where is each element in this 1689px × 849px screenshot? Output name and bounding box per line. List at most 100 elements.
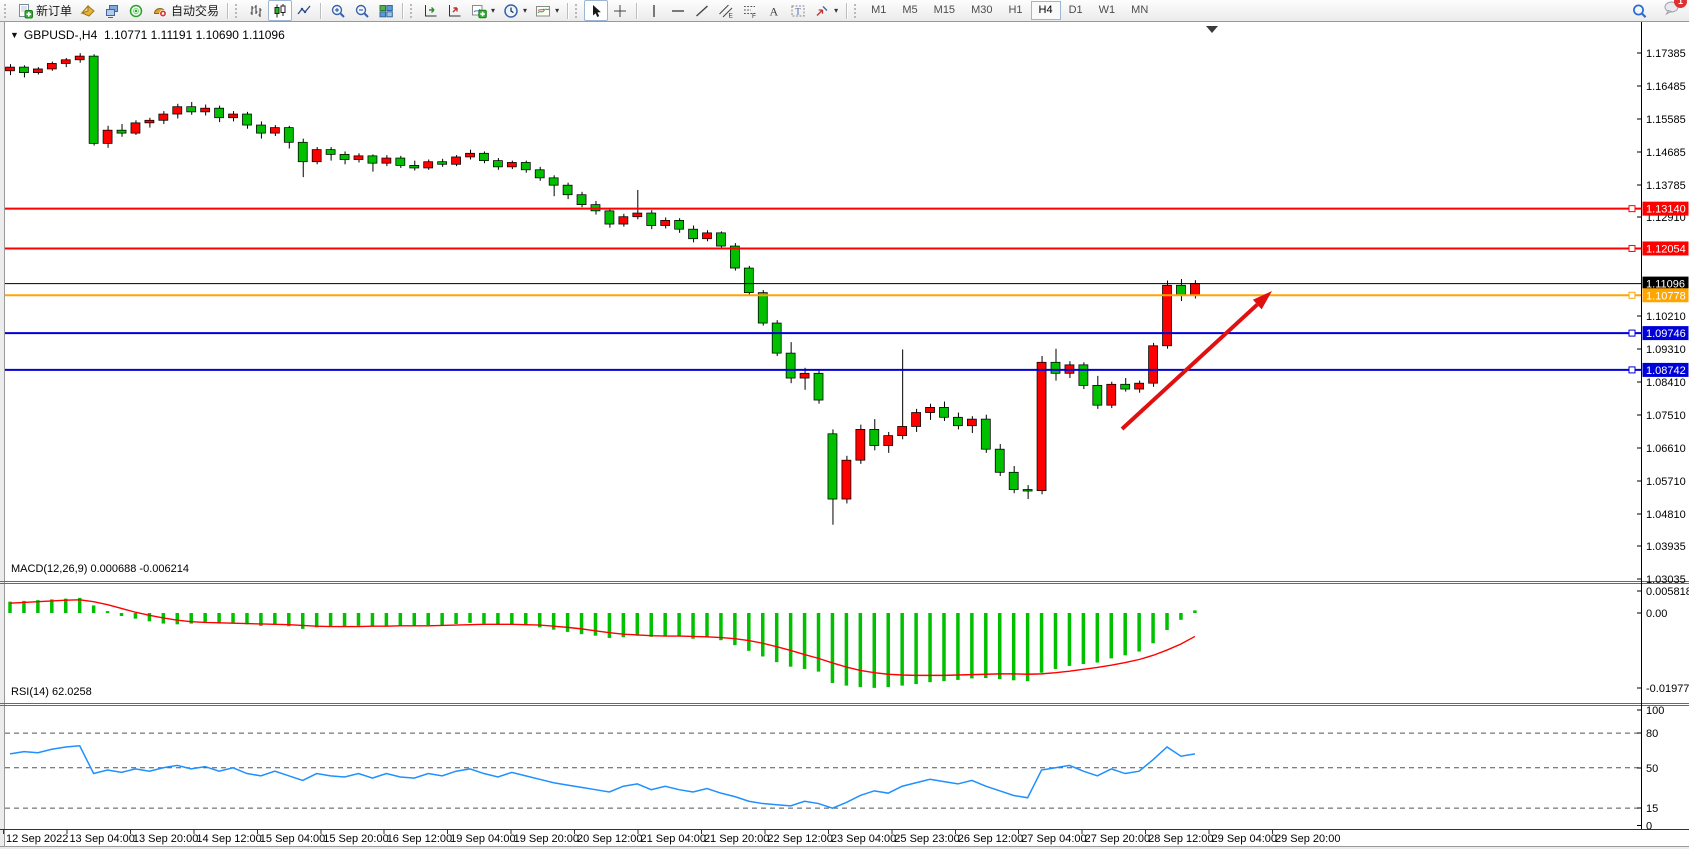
trendline-button[interactable]: [690, 0, 714, 21]
notifications-button[interactable]: 1: [1663, 0, 1679, 21]
time-tick-label: 16 Sep 12:00: [387, 833, 452, 845]
macd-histogram-bar: [552, 613, 556, 630]
macd-histogram-bar: [1165, 613, 1169, 630]
crosshair-button[interactable]: [608, 0, 632, 21]
candle-bullish: [382, 158, 391, 163]
line-endpoint-marker[interactable]: [1629, 330, 1635, 336]
trend-arrow[interactable]: [1122, 305, 1257, 429]
macd-histogram-bar: [1193, 610, 1197, 613]
market-watch-button[interactable]: [76, 0, 100, 21]
macd-histogram-bar: [608, 613, 612, 638]
bar-chart-button[interactable]: [244, 0, 268, 21]
equidistant-channel-button[interactable]: E: [714, 0, 738, 21]
arrows-icon: [814, 3, 830, 19]
text-icon: A: [766, 3, 782, 19]
vertical-line-button[interactable]: [642, 0, 666, 21]
macd-histogram-bar: [970, 613, 974, 678]
timeframe-button-H4[interactable]: H4: [1031, 1, 1061, 20]
candle-bullish: [633, 213, 642, 217]
timeframe-button-D1[interactable]: D1: [1061, 1, 1091, 20]
zoom-in-button[interactable]: [326, 0, 350, 21]
mt4-window: 新订单 自动交易: [0, 0, 1689, 849]
autotrading-button[interactable]: 自动交易: [148, 0, 223, 21]
macd-histogram-bar: [357, 613, 361, 626]
candle-bullish: [145, 120, 154, 123]
macd-histogram-bar: [761, 613, 765, 656]
arrows-button[interactable]: ▾: [810, 0, 842, 21]
timeframe-button-M1[interactable]: M1: [863, 1, 894, 20]
candle-bullish: [270, 128, 279, 134]
cursor-button[interactable]: [584, 0, 608, 21]
macd-histogram-bar: [775, 613, 779, 662]
candle-bullish: [1149, 346, 1158, 383]
timeframe-button-MN[interactable]: MN: [1123, 1, 1156, 20]
new-order-button[interactable]: 新订单: [13, 0, 76, 21]
chart-canvas[interactable]: 1.173851.164851.155851.146851.137851.129…: [0, 22, 1689, 846]
candle-bearish: [187, 107, 196, 112]
svg-text:T: T: [795, 6, 801, 16]
line-endpoint-marker[interactable]: [1629, 206, 1635, 212]
templates-button[interactable]: ▾: [531, 0, 563, 21]
fibonacci-button[interactable]: F: [738, 0, 762, 21]
candle-bearish: [368, 156, 377, 163]
horizontal-line-icon: [670, 3, 686, 19]
data-window-button[interactable]: [100, 0, 124, 21]
toolbar-grip[interactable]: [410, 4, 415, 18]
timeframe-button-M5[interactable]: M5: [894, 1, 925, 20]
line-endpoint-marker[interactable]: [1629, 245, 1635, 251]
svg-text:A: A: [770, 4, 779, 18]
chart-shift-marker[interactable]: [1206, 26, 1218, 33]
candle-bearish: [1176, 285, 1185, 295]
candle-bullish: [912, 413, 921, 427]
chevron-down-icon: ▾: [491, 6, 495, 15]
macd-histogram-bar: [203, 613, 207, 623]
auto-scroll-button[interactable]: [419, 0, 443, 21]
horizontal-line-button[interactable]: [666, 0, 690, 21]
candle-bullish: [159, 114, 168, 120]
time-tick-label: 21 Sep 20:00: [704, 833, 769, 845]
zoom-out-button[interactable]: [350, 0, 374, 21]
periods-button[interactable]: ▾: [499, 0, 531, 21]
candle-bullish: [103, 130, 112, 143]
autotrading-label: 自动交易: [171, 2, 219, 19]
line-endpoint-marker[interactable]: [1629, 292, 1635, 298]
candle-bearish: [981, 419, 990, 449]
candle-bearish: [1121, 384, 1130, 389]
timeframe-button-H1[interactable]: H1: [1000, 1, 1030, 20]
macd-histogram-bar: [92, 605, 96, 613]
chevron-down-icon: ▾: [834, 6, 838, 15]
candle-bearish: [19, 67, 28, 73]
line-endpoint-marker[interactable]: [1629, 367, 1635, 373]
timeframe-button-M15[interactable]: M15: [926, 1, 963, 20]
macd-histogram-bar: [343, 613, 347, 627]
toolbar-grip[interactable]: [854, 4, 859, 18]
toolbar-grip[interactable]: [4, 4, 9, 18]
candle-bearish: [689, 229, 698, 239]
line-chart-button[interactable]: [292, 0, 316, 21]
chart-shift-icon: [447, 3, 463, 19]
macd-histogram-bar: [106, 611, 110, 613]
candle-bullish: [452, 157, 461, 164]
toolbar-grip[interactable]: [575, 4, 580, 18]
rsi-line: [10, 746, 1195, 808]
macd-histogram-bar: [301, 613, 305, 629]
chart-shift-button[interactable]: [443, 0, 467, 21]
candle-bearish: [521, 162, 530, 169]
tile-windows-button[interactable]: [374, 0, 398, 21]
timeframe-button-W1[interactable]: W1: [1091, 1, 1124, 20]
timeframe-button-M30[interactable]: M30: [963, 1, 1000, 20]
trendline-icon: [694, 3, 710, 19]
chart-window[interactable]: ▼ GBPUSD-,H4 1.10771 1.11191 1.10690 1.1…: [0, 22, 1689, 846]
text-button[interactable]: A: [762, 0, 786, 21]
search-icon[interactable]: [1631, 3, 1647, 19]
indicators-button[interactable]: ▾: [467, 0, 499, 21]
candlestick-chart-button[interactable]: [268, 0, 292, 21]
navigator-button[interactable]: [124, 0, 148, 21]
chart-menu-icon[interactable]: ▼: [10, 30, 19, 40]
candle-bullish: [661, 220, 670, 225]
price-axis-box-label: 1.12054: [1646, 243, 1686, 255]
candle-bullish: [61, 60, 70, 64]
toolbar-grip[interactable]: [235, 4, 240, 18]
text-label-button[interactable]: T: [786, 0, 810, 21]
price-axis-box-label: 1.13140: [1646, 204, 1686, 216]
